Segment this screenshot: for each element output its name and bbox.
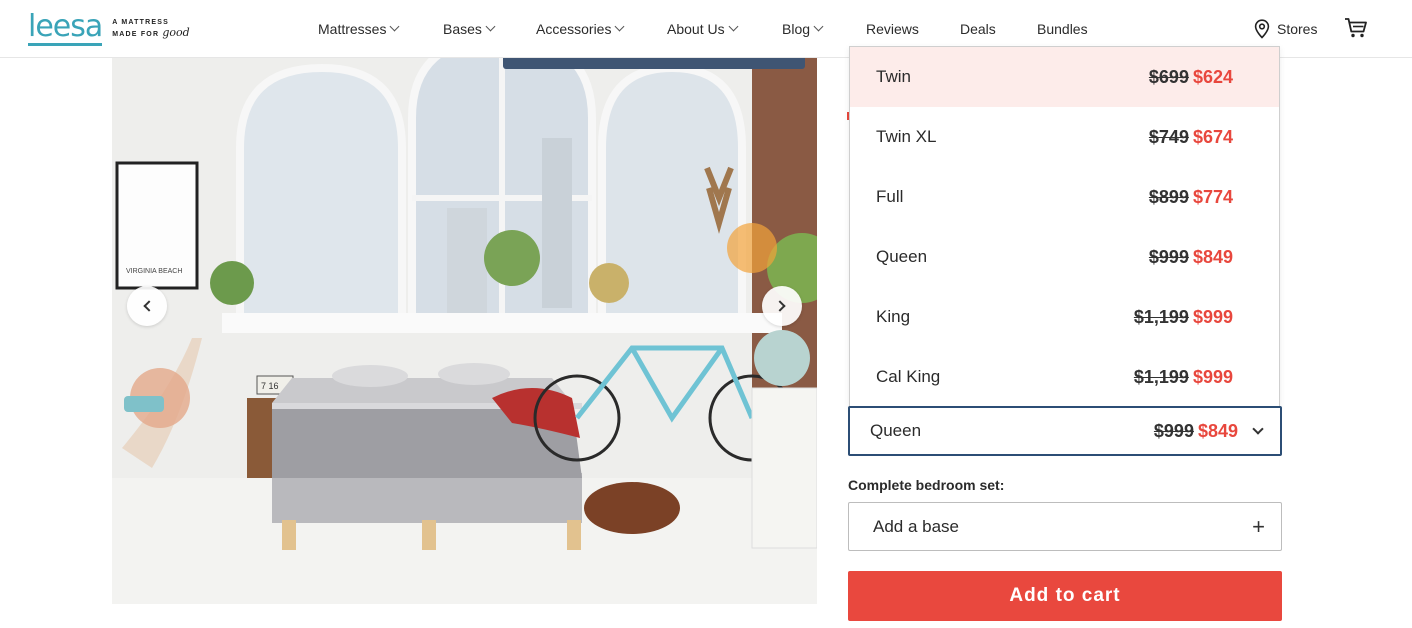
- poster-text: VIRGINIA BEACH: [126, 268, 182, 275]
- product-image: VIRGINIA BEACH 7 16: [112, 58, 817, 604]
- nav-bases[interactable]: Bases: [443, 21, 496, 37]
- price-old: $1,199: [1133, 306, 1189, 327]
- size-option-label: Twin: [876, 67, 911, 86]
- size-option-label: Queen: [876, 247, 928, 266]
- size-option-price: $899 $774: [1149, 187, 1233, 208]
- nav-blog[interactable]: Blog: [782, 21, 824, 37]
- chevron-down-icon: [813, 21, 824, 32]
- chevron-down-icon: [1252, 422, 1264, 435]
- logo-tag-line2: MADE FOR good: [112, 26, 190, 40]
- nav-mattresses[interactable]: Mattresses: [318, 21, 400, 37]
- selected-size-label: Queen: [870, 421, 922, 440]
- logo-tagline: A MATTRESS MADE FOR good: [112, 18, 189, 40]
- size-option-twin[interactable]: Twin $699 $624: [850, 47, 1279, 107]
- price-new: $849: [1197, 420, 1238, 441]
- nav-bases-label: Bases: [443, 21, 482, 37]
- chevron-right-icon: [774, 300, 786, 312]
- nav-about-us-label: About Us: [667, 21, 725, 37]
- map-pin-icon: [1254, 19, 1270, 39]
- cart-button[interactable]: [1344, 17, 1368, 44]
- size-option-price: $699 $624: [1149, 67, 1233, 88]
- size-option-label: King: [876, 307, 911, 326]
- logo-wordmark: leesa: [28, 9, 103, 46]
- chevron-down-icon: [390, 21, 400, 32]
- price-old: $999: [1153, 420, 1194, 441]
- add-base-selector[interactable]: Add a base +: [848, 502, 1282, 551]
- nav-deals-label: Deals: [960, 21, 996, 37]
- size-option-label: Twin XL: [876, 127, 937, 146]
- add-base-label: Add a base: [873, 516, 960, 536]
- product-page: leesa A MATTRESS MADE FOR good Mattresse…: [0, 0, 1412, 628]
- size-option-queen[interactable]: Queen $999 $849: [850, 227, 1279, 287]
- logo-tag-made-for: MADE FOR: [112, 31, 160, 38]
- chevron-down-icon: [728, 21, 739, 32]
- bedroom-set-label: Complete bedroom set:: [848, 477, 1005, 493]
- stores-link[interactable]: Stores: [1254, 19, 1317, 39]
- cart-icon: [1345, 18, 1367, 38]
- size-option-full[interactable]: Full $899 $774: [850, 167, 1279, 227]
- stores-label: Stores: [1277, 21, 1318, 37]
- add-to-cart-button[interactable]: Add to cart: [848, 571, 1282, 621]
- plus-icon: +: [1252, 513, 1265, 539]
- nav-bundles[interactable]: Bundles: [1037, 21, 1088, 37]
- price-new: $774: [1192, 186, 1233, 207]
- gallery-prev-button[interactable]: [127, 286, 167, 326]
- size-option-cal-king[interactable]: Cal King $1,199 $999: [850, 347, 1279, 407]
- price-new: $999: [1192, 366, 1233, 387]
- selected-size-price: $999 $849: [1153, 420, 1264, 442]
- size-options-list: Twin $699 $624 Twin XL $749 $674 Full $899…: [849, 46, 1280, 408]
- chevron-left-icon: [143, 300, 155, 312]
- size-select[interactable]: Queen $999 $849: [848, 406, 1282, 456]
- nav-reviews-label: Reviews: [866, 21, 919, 37]
- size-option-price: $999 $849: [1149, 247, 1233, 268]
- price-new: $999: [1192, 306, 1233, 327]
- chevron-down-icon: [615, 21, 625, 32]
- price-old: $999: [1148, 246, 1189, 267]
- nav-accessories-label: Accessories: [536, 21, 612, 37]
- gallery-next-button[interactable]: [762, 286, 802, 326]
- size-option-king[interactable]: King $1,199 $999: [850, 287, 1279, 347]
- nav-deals[interactable]: Deals: [960, 21, 996, 37]
- leesa-logo[interactable]: leesa A MATTRESS MADE FOR good: [28, 9, 190, 49]
- clock-text: 7 16: [261, 381, 279, 391]
- price-old: $699: [1148, 66, 1189, 87]
- size-option-twin-xl[interactable]: Twin XL $749 $674: [850, 107, 1279, 167]
- nav-blog-label: Blog: [782, 21, 811, 37]
- nav-bundles-label: Bundles: [1037, 21, 1088, 37]
- price-old: $1,199: [1133, 366, 1189, 387]
- nav-about-us[interactable]: About Us: [667, 21, 739, 37]
- price-new: $674: [1192, 126, 1233, 147]
- price-old: $899: [1148, 186, 1189, 207]
- size-option-price: $749 $674: [1149, 127, 1233, 148]
- size-option-label: Cal King: [876, 367, 941, 386]
- size-option-price: $1,199 $999: [1134, 367, 1233, 388]
- nav-reviews[interactable]: Reviews: [866, 21, 919, 37]
- price-new: $624: [1192, 66, 1233, 87]
- logo-tag-script: good: [162, 26, 190, 39]
- size-option-label: Full: [876, 187, 904, 206]
- chevron-down-icon: [485, 21, 496, 32]
- price-new: $849: [1192, 246, 1233, 267]
- size-option-price: $1,199 $999: [1134, 307, 1233, 328]
- price-old: $749: [1148, 126, 1189, 147]
- nav-accessories[interactable]: Accessories: [536, 21, 625, 37]
- nav-mattresses-label: Mattresses: [318, 21, 387, 37]
- bedroom-photo: VIRGINIA BEACH 7 16: [112, 58, 817, 604]
- promo-strip: [503, 58, 805, 69]
